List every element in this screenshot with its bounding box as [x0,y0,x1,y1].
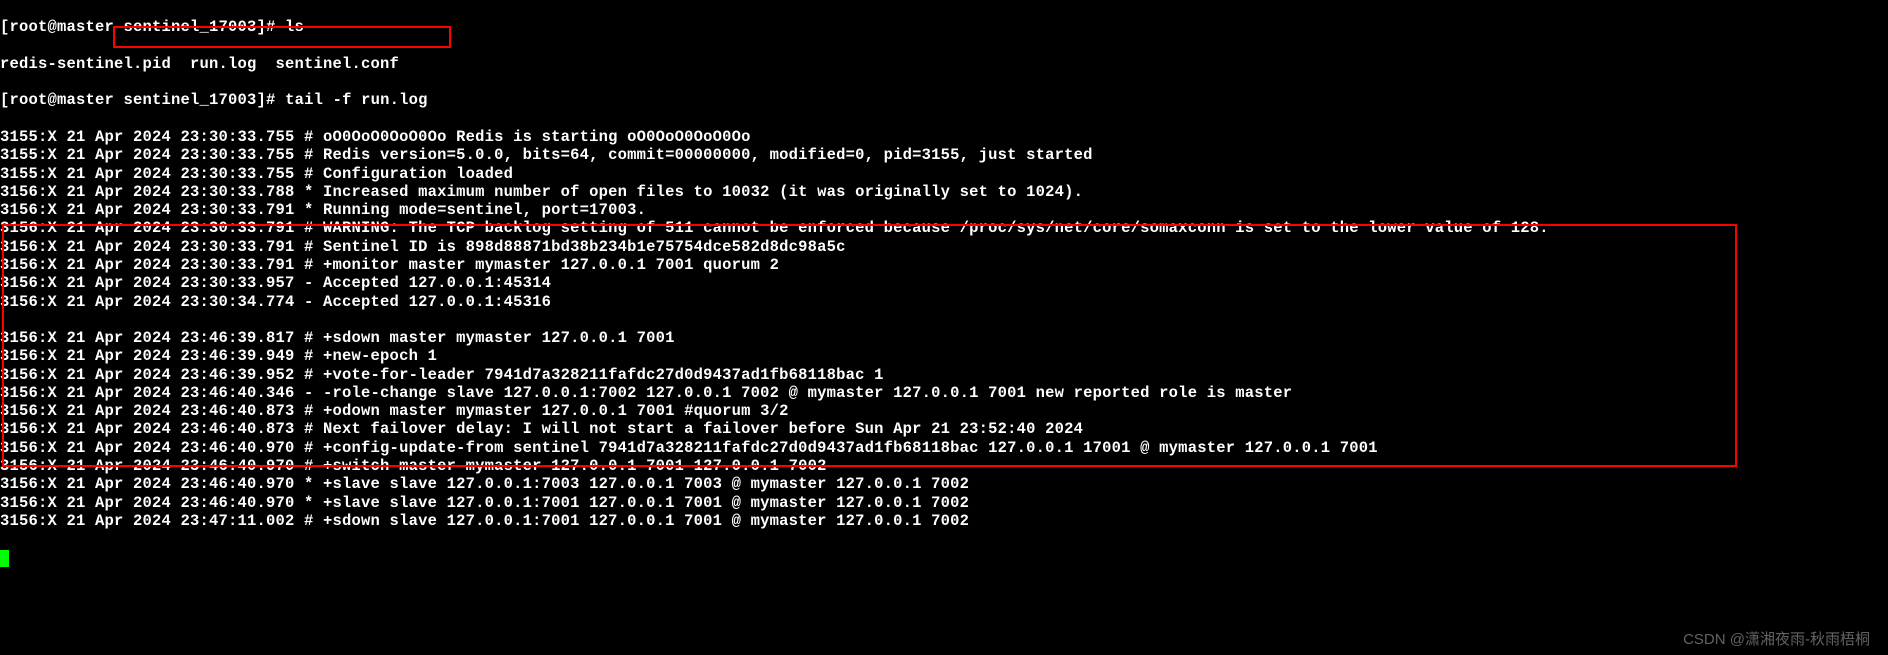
log-lines-before: 3155:X 21 Apr 2024 23:30:33.755 # oO0OoO… [0,128,1888,311]
log-line: 3156:X 21 Apr 2024 23:47:11.002 # +sdown… [0,512,1888,530]
log-line: 3156:X 21 Apr 2024 23:30:33.791 # WARNIN… [0,219,1888,237]
prompt-line-ls: [root@master sentinel_17003]# ls [0,18,1888,36]
log-line: 3156:X 21 Apr 2024 23:46:40.346 - -role-… [0,384,1888,402]
log-line: 3156:X 21 Apr 2024 23:46:39.952 # +vote-… [0,366,1888,384]
log-line: 3155:X 21 Apr 2024 23:30:33.755 # Config… [0,165,1888,183]
log-line: 3156:X 21 Apr 2024 23:46:40.873 # +odown… [0,402,1888,420]
prompt-dir: sentinel_17003]# [114,91,285,109]
log-line: 3155:X 21 Apr 2024 23:30:33.755 # oO0OoO… [0,128,1888,146]
ls-output: redis-sentinel.pid run.log sentinel.conf [0,55,1888,73]
log-line: 3156:X 21 Apr 2024 23:46:40.873 # Next f… [0,420,1888,438]
log-line: 3156:X 21 Apr 2024 23:46:40.970 # +switc… [0,457,1888,475]
prompt-line-tail: [root@master sentinel_17003]# tail -f ru… [0,91,1888,109]
log-line: 3156:X 21 Apr 2024 23:46:39.949 # +new-e… [0,347,1888,365]
log-line: 3156:X 21 Apr 2024 23:46:40.970 # +confi… [0,439,1888,457]
log-line: 3156:X 21 Apr 2024 23:30:33.957 - Accept… [0,274,1888,292]
log-line: 3155:X 21 Apr 2024 23:30:33.755 # Redis … [0,146,1888,164]
log-line: 3156:X 21 Apr 2024 23:46:40.970 * +slave… [0,475,1888,493]
terminal-output[interactable]: [root@master sentinel_17003]# ls redis-s… [0,0,1888,567]
log-line: 3156:X 21 Apr 2024 23:46:39.817 # +sdown… [0,329,1888,347]
log-line: 3156:X 21 Apr 2024 23:30:34.774 - Accept… [0,293,1888,311]
log-line: 3156:X 21 Apr 2024 23:46:40.970 * +slave… [0,494,1888,512]
log-line: 3156:X 21 Apr 2024 23:30:33.791 # +monit… [0,256,1888,274]
log-line: 3156:X 21 Apr 2024 23:30:33.788 * Increa… [0,183,1888,201]
tail-command: tail -f run.log [285,91,428,109]
prompt-user: [root@master [0,91,114,109]
watermark-text: CSDN @潇湘夜雨-秋雨梧桐 [1683,631,1870,649]
log-line: 3156:X 21 Apr 2024 23:30:33.791 * Runnin… [0,201,1888,219]
log-lines-highlighted: 3156:X 21 Apr 2024 23:46:39.817 # +sdown… [0,329,1888,530]
terminal-cursor [0,550,9,567]
log-line: 3156:X 21 Apr 2024 23:30:33.791 # Sentin… [0,238,1888,256]
